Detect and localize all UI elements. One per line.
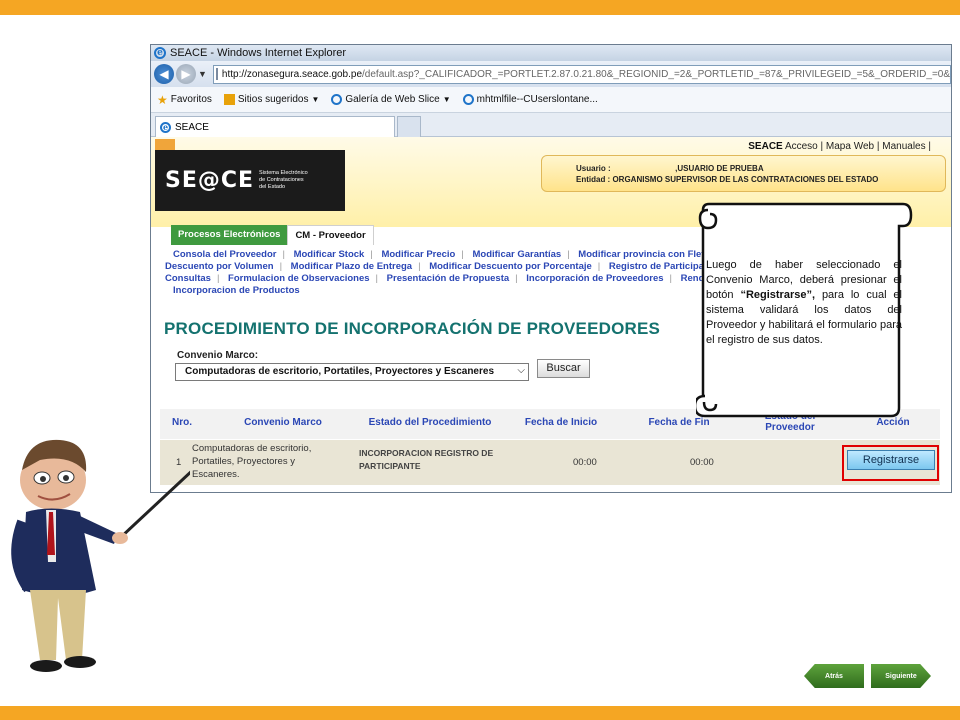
callout-text: Luego de haber seleccionado el Convenio … bbox=[706, 258, 902, 348]
fav-item-label: Galería de Web Slice bbox=[345, 94, 440, 105]
user-label: Usuario : bbox=[576, 164, 611, 173]
registrarse-button[interactable]: Registrarse bbox=[847, 450, 935, 470]
bing-icon bbox=[223, 94, 235, 105]
dropdown-arrow-icon: ▼ bbox=[311, 95, 320, 104]
page-title: PROCEDIMIENTO DE INCORPORACIÓN DE PROVEE… bbox=[164, 319, 661, 338]
ie-icon: e bbox=[160, 121, 171, 133]
page-icon bbox=[215, 68, 218, 80]
menu-item[interactable]: Modificar provincia con Flete bbox=[578, 249, 709, 260]
tab-seace[interactable]: e SEACE bbox=[155, 116, 395, 137]
favorites-label: Favoritos bbox=[170, 94, 212, 105]
chevron-down-icon: ⌵ bbox=[517, 365, 525, 376]
back-button[interactable]: Atrás bbox=[804, 664, 864, 688]
link-manuales[interactable]: Manuales bbox=[882, 141, 925, 152]
menu-item[interactable]: Modificar Descuento por Porcentaje bbox=[429, 261, 592, 272]
forward-arrow-icon[interactable]: ▶ bbox=[176, 64, 196, 84]
tab-cm-proveedor[interactable]: CM - Proveedor bbox=[287, 225, 374, 245]
menu-item[interactable]: Modificar Precio bbox=[381, 249, 455, 260]
menu-item[interactable]: Modificar Garantías bbox=[472, 249, 561, 260]
menu-item[interactable]: Incorporacion de Productos bbox=[173, 285, 300, 296]
fav-item-label: Sitios sugeridos bbox=[237, 94, 309, 105]
buscar-button[interactable]: Buscar bbox=[537, 359, 590, 378]
th-estado: Estado del Procedimiento bbox=[368, 417, 492, 428]
tab-label: SEACE bbox=[175, 121, 209, 133]
menu-item[interactable]: Consultas bbox=[165, 273, 211, 284]
link-acceso[interactable]: Acceso bbox=[785, 141, 818, 152]
menu-item[interactable]: Presentación de Propuesta bbox=[387, 273, 509, 284]
user-value: ,USUARIO DE PRUEBA bbox=[675, 164, 764, 173]
table-row: 1 Computadoras de escritorio, Portatiles… bbox=[160, 440, 940, 485]
title-bar: e SEACE - Windows Internet Explorer bbox=[151, 45, 951, 61]
window-title: SEACE - Windows Internet Explorer bbox=[170, 47, 347, 59]
menu-item[interactable]: Consola del Proveedor bbox=[173, 249, 276, 260]
menu-item[interactable]: Registro de Participan bbox=[609, 261, 710, 272]
fav-item-label: mhtmlfile--CUserslontane... bbox=[476, 94, 598, 105]
seace-logo: SE@CE Sistema Electrónico de Contratacio… bbox=[155, 139, 345, 211]
cell-fecha-fin: 00:00 bbox=[690, 457, 714, 468]
favorites-button[interactable]: ★ Favoritos bbox=[157, 93, 212, 107]
logo-sub-line: de Contrataciones bbox=[259, 177, 304, 183]
dropdown-arrow-icon[interactable]: ▼ bbox=[198, 69, 207, 79]
fav-item-sitios[interactable]: Sitios sugeridos ▼ bbox=[223, 94, 320, 105]
bottom-accent-bar bbox=[0, 706, 960, 720]
url-host: http://zonasegura.seace.gob.pe bbox=[221, 68, 363, 80]
cell-convenio: Computadoras de escritorio, Portatiles, … bbox=[192, 443, 312, 480]
ie-icon bbox=[462, 94, 474, 105]
entity-value: ORGANISMO SUPERVISOR DE LAS CONTRATACION… bbox=[612, 175, 879, 184]
cell-fecha-inicio: 00:00 bbox=[573, 457, 597, 468]
convenio-select[interactable]: Computadoras de escritorio, Portatiles, … bbox=[175, 363, 529, 381]
ie-icon: e bbox=[154, 47, 166, 59]
main-tabs: Procesos Electrónicos CM - Proveedor bbox=[171, 225, 374, 245]
cell-estado: INCORPORACION REGISTRO DE PARTICIPANTE bbox=[359, 448, 494, 471]
menu-item[interactable]: Incorporación de Proveedores bbox=[526, 273, 663, 284]
callout-text-bold: “Registrarse”, bbox=[740, 289, 816, 301]
top-accent-bar bbox=[0, 0, 960, 15]
back-arrow-icon[interactable]: ◀ bbox=[154, 64, 174, 84]
convenio-label: Convenio Marco: bbox=[177, 350, 259, 361]
ie-icon bbox=[331, 94, 343, 105]
url-path: /default.asp?_CALIFICADOR_=PORTLET.2.87.… bbox=[362, 68, 951, 80]
next-button[interactable]: Siguiente bbox=[871, 664, 931, 688]
tab-row: e SEACE bbox=[151, 113, 951, 137]
menu-item[interactable]: Modificar Plazo de Entrega bbox=[291, 261, 412, 272]
logo-text: SE@CE bbox=[165, 168, 255, 193]
logo-flag bbox=[155, 139, 175, 150]
top-links: SEACE Acceso | Mapa Web | Manuales | bbox=[748, 141, 931, 152]
new-tab-button[interactable] bbox=[397, 116, 421, 137]
fav-item-webslice[interactable]: Galería de Web Slice ▼ bbox=[331, 94, 451, 105]
address-row: ◀ ▶ ▼ http://zonasegura.seace.gob.pe/def… bbox=[151, 61, 951, 87]
user-info-box: Usuario : ,USUARIO DE PRUEBA Entidad : O… bbox=[541, 155, 946, 192]
menu-item[interactable]: Descuento por Volumen bbox=[165, 261, 274, 272]
th-fecha-inicio: Fecha de Inicio bbox=[524, 417, 598, 428]
teacher-character bbox=[11, 439, 190, 672]
fav-item-mhtml[interactable]: mhtmlfile--CUserslontane... bbox=[462, 94, 598, 105]
th-nro: Nro. bbox=[172, 417, 192, 428]
link-mapa-web[interactable]: Mapa Web bbox=[826, 141, 874, 152]
convenio-selected: Computadoras de escritorio, Portatiles, … bbox=[185, 366, 495, 377]
favorites-star-icon: ★ bbox=[157, 92, 168, 107]
dropdown-arrow-icon: ▼ bbox=[442, 95, 451, 104]
logo-subtitle: Sistema Electrónico de Contrataciones de… bbox=[259, 170, 308, 191]
favorites-bar: ★ Favoritos Sitios sugeridos ▼ Galería de… bbox=[151, 87, 951, 113]
address-bar[interactable]: http://zonasegura.seace.gob.pe/default.a… bbox=[212, 64, 951, 84]
menu-item[interactable]: Modificar Stock bbox=[294, 249, 365, 260]
th-convenio: Convenio Marco bbox=[244, 417, 322, 428]
logo-sub-line: Sistema Electrónico bbox=[259, 170, 308, 176]
logo-sub-line: del Estado bbox=[259, 184, 286, 190]
tab-procesos-electronicos[interactable]: Procesos Electrónicos bbox=[171, 225, 288, 245]
entity-label: Entidad : bbox=[576, 175, 611, 184]
menu-item[interactable]: Formulacion de Observaciones bbox=[228, 273, 370, 284]
brand-link[interactable]: SEACE bbox=[748, 141, 782, 152]
